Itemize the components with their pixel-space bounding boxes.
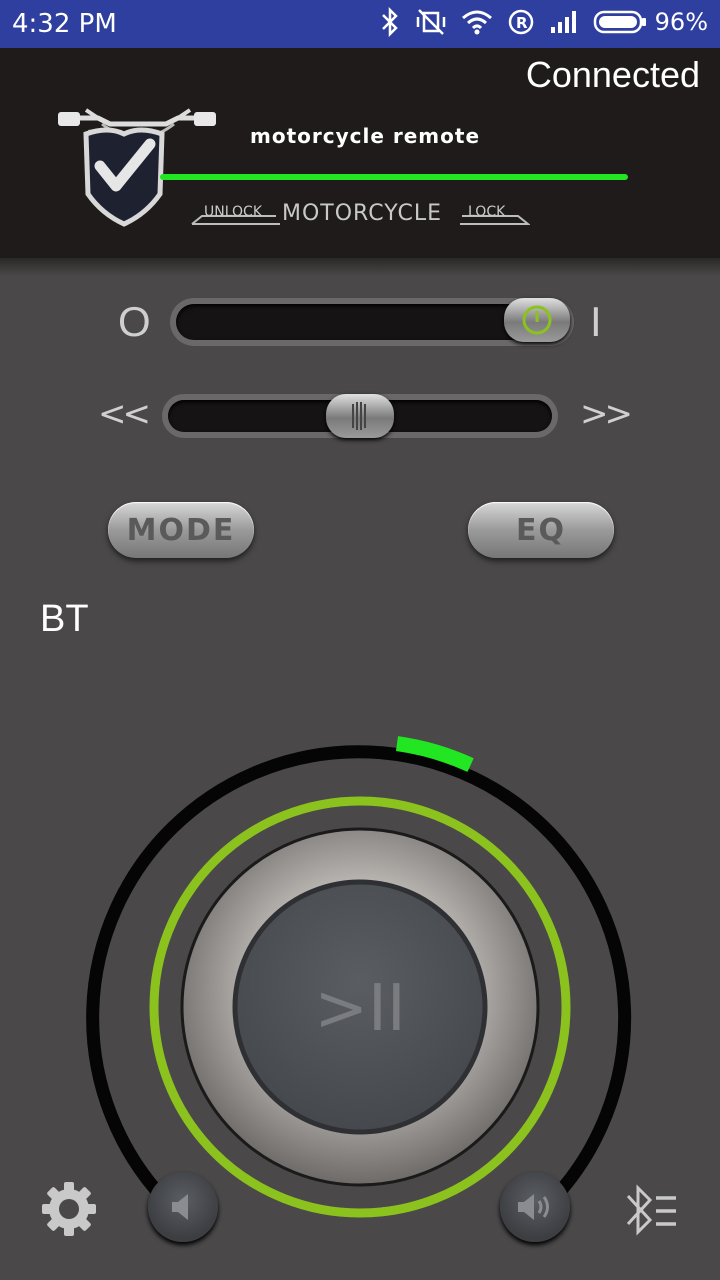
lock-status-bar xyxy=(160,174,628,180)
bluetooth-icon xyxy=(381,7,398,37)
battery-icon xyxy=(593,10,646,34)
play-pause-label: >II xyxy=(314,972,405,1046)
next-track-button[interactable]: >> xyxy=(580,394,633,434)
motorcycle-label: MOTORCYCLE xyxy=(282,201,442,226)
grip-icon xyxy=(352,402,366,430)
seek-slider-knob[interactable] xyxy=(326,394,394,438)
header-shadow xyxy=(0,258,720,276)
volume-dial[interactable]: >II xyxy=(0,700,720,1280)
lock-labels: UNLOCK MOTORCYCLE LOCK xyxy=(190,198,530,228)
volume-down-button[interactable] xyxy=(148,1172,218,1242)
lock-label[interactable]: LOCK xyxy=(468,204,505,220)
status-bar: 4:32 PM R 96% xyxy=(0,0,720,48)
wifi-icon xyxy=(461,10,492,35)
power-icon xyxy=(522,305,552,335)
prev-track-button[interactable]: << xyxy=(98,394,151,434)
power-off-label: O xyxy=(118,298,151,345)
svg-text:R: R xyxy=(516,14,528,32)
battery-percent: 96% xyxy=(654,8,708,36)
status-time: 4:32 PM xyxy=(12,9,117,39)
header: Connected motorcycle remote UNLOCK MOTOR… xyxy=(0,48,720,258)
signal-icon xyxy=(550,11,576,33)
power-slider-knob[interactable] xyxy=(504,298,570,342)
status-icons: R 96% xyxy=(379,7,708,37)
connection-status: Connected xyxy=(525,54,700,95)
bluetooth-menu-icon[interactable] xyxy=(622,1180,680,1242)
roaming-icon: R xyxy=(508,9,533,35)
gear-icon[interactable] xyxy=(40,1180,98,1238)
source-label: BT xyxy=(40,598,89,640)
volume-up-button[interactable] xyxy=(500,1172,570,1242)
mode-button[interactable]: MODE xyxy=(108,502,254,558)
volume-up-icon xyxy=(518,1194,549,1220)
eq-button[interactable]: EQ xyxy=(468,502,614,558)
volume-down-icon xyxy=(172,1194,188,1220)
unlock-label[interactable]: UNLOCK xyxy=(204,204,262,220)
power-on-label: I xyxy=(590,298,602,345)
vibrate-off-icon xyxy=(416,9,445,35)
app-title: motorcycle remote xyxy=(250,124,481,148)
